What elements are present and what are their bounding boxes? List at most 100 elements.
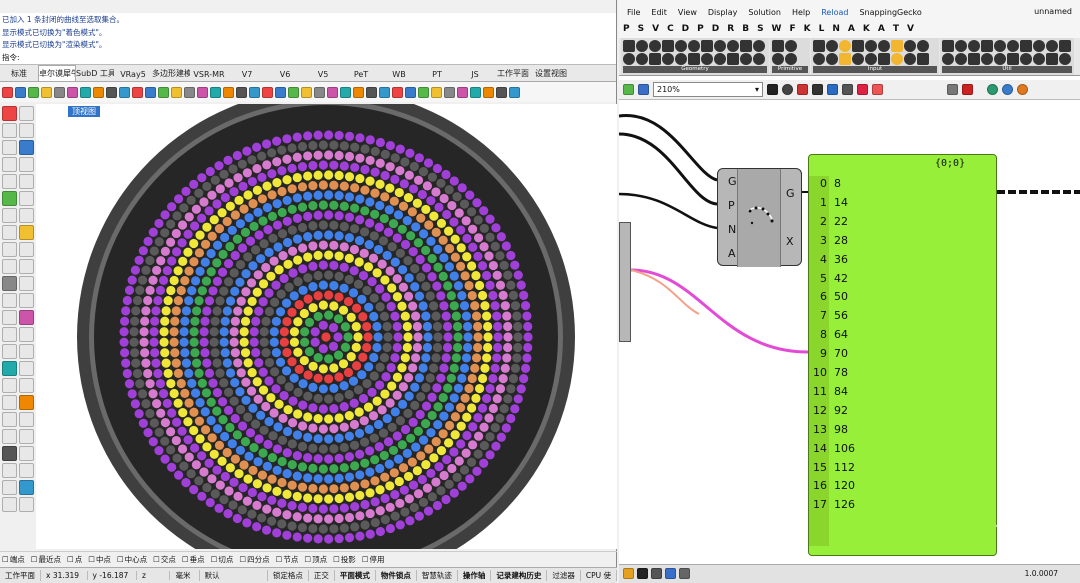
tab-setview[interactable]: 设置视图 xyxy=(532,66,570,81)
gh-tab[interactable]: N xyxy=(832,24,840,38)
component-icon[interactable] xyxy=(701,40,713,52)
toolbar-icon[interactable] xyxy=(2,86,13,98)
tool-icon[interactable] xyxy=(2,157,17,172)
component-icon[interactable] xyxy=(839,53,851,65)
gh-tab[interactable]: A xyxy=(848,24,855,38)
tool-icon[interactable] xyxy=(19,259,34,274)
input-n[interactable]: N xyxy=(728,223,736,236)
toolbar-icon[interactable] xyxy=(93,86,104,98)
status-grid-snap[interactable]: 锁定格点 xyxy=(268,570,309,581)
snap-near[interactable]: 最近点 xyxy=(31,554,61,565)
tool-icon[interactable] xyxy=(19,412,34,427)
component-icon[interactable] xyxy=(753,40,765,52)
tool-icon[interactable] xyxy=(2,378,17,393)
toolbar-icon[interactable] xyxy=(431,86,442,98)
zoom-extents-icon[interactable] xyxy=(767,84,778,95)
gh-tab[interactable]: B xyxy=(742,24,749,38)
save-file-icon[interactable] xyxy=(638,84,649,95)
status-layer[interactable]: 默认 xyxy=(200,570,268,581)
tool-icon[interactable] xyxy=(19,208,34,223)
tool-icon[interactable] xyxy=(2,395,17,410)
status-history[interactable]: 记录建构历史 xyxy=(491,570,548,581)
gh-menu-help[interactable]: Help xyxy=(792,8,810,17)
tool-icon[interactable] xyxy=(2,123,17,138)
toolbar-icon[interactable] xyxy=(301,86,312,98)
tab-wb[interactable]: WB xyxy=(380,68,418,81)
tool-icon[interactable] xyxy=(19,106,34,121)
toolbar-icon[interactable] xyxy=(327,86,338,98)
toolbar-icon[interactable] xyxy=(80,86,91,98)
tool-icon[interactable] xyxy=(2,242,17,257)
tool-icon[interactable] xyxy=(2,429,17,444)
wire-display-icon[interactable] xyxy=(842,84,853,95)
component-icon[interactable] xyxy=(917,40,929,52)
display-icon[interactable] xyxy=(812,84,823,95)
toolbar-icon[interactable] xyxy=(249,86,260,98)
snap-point[interactable]: 点 xyxy=(67,554,83,565)
gh-menu-view[interactable]: View xyxy=(678,8,697,17)
component-icon[interactable] xyxy=(1007,40,1019,52)
tool-icon[interactable] xyxy=(19,123,34,138)
tab-subd[interactable]: SubD 工具 xyxy=(76,66,114,81)
tool-icon[interactable] xyxy=(2,327,17,342)
gh-tab[interactable]: D xyxy=(712,24,719,38)
snap-disable[interactable]: 停用 xyxy=(362,554,385,565)
component-icon[interactable] xyxy=(955,53,967,65)
tool-icon[interactable] xyxy=(19,327,34,342)
tool-icon[interactable] xyxy=(2,191,17,206)
component-icon[interactable] xyxy=(1033,40,1045,52)
gh-menu-reload[interactable]: Reload xyxy=(821,8,848,17)
gh-tab[interactable]: T xyxy=(893,24,899,38)
output-g[interactable]: G xyxy=(786,187,795,200)
tool-icon[interactable] xyxy=(19,429,34,444)
toolbar-icon[interactable] xyxy=(405,86,416,98)
top-viewport[interactable]: 顶视图 xyxy=(36,104,617,549)
tool-icon[interactable] xyxy=(19,378,34,393)
toolbar-icon[interactable] xyxy=(483,86,494,98)
gh-tab[interactable]: K xyxy=(863,24,870,38)
python-icon[interactable] xyxy=(665,568,676,579)
toolbar-icon[interactable] xyxy=(197,86,208,98)
snap-project[interactable]: 投影 xyxy=(333,554,356,565)
toolbar-icon[interactable] xyxy=(28,86,39,98)
gh-tab[interactable]: V xyxy=(652,24,659,38)
component-icon[interactable] xyxy=(772,40,784,52)
gh-menu-snappinggecko[interactable]: SnappingGecko xyxy=(859,8,921,17)
gh-tab[interactable]: P xyxy=(697,24,704,38)
tool-icon[interactable] xyxy=(19,242,34,257)
gh-tab[interactable]: A xyxy=(878,24,885,38)
open-file-icon[interactable] xyxy=(623,84,634,95)
tool-icon[interactable] xyxy=(2,310,17,325)
gh-tab[interactable]: R xyxy=(727,24,734,38)
status-gumball[interactable]: 操作轴 xyxy=(458,570,492,581)
component-icon[interactable] xyxy=(878,40,890,52)
component-icon[interactable] xyxy=(968,40,980,52)
component-icon[interactable] xyxy=(826,53,838,65)
toolbar-icon[interactable] xyxy=(470,86,481,98)
tool-icon[interactable] xyxy=(2,259,17,274)
component-icon[interactable] xyxy=(942,53,954,65)
snap-perp[interactable]: 垂点 xyxy=(182,554,205,565)
toolbar-icon[interactable] xyxy=(275,86,286,98)
sketch-icon[interactable] xyxy=(623,568,634,579)
component-icon[interactable] xyxy=(636,40,648,52)
component-icon[interactable] xyxy=(968,53,980,65)
toolbar-icon[interactable] xyxy=(171,86,182,98)
component-icon[interactable] xyxy=(852,53,864,65)
component-icon[interactable] xyxy=(753,53,765,65)
tool-icon[interactable] xyxy=(2,446,17,461)
gh-tab[interactable]: V xyxy=(907,24,914,38)
tool-icon[interactable] xyxy=(2,463,17,478)
sphere-icon[interactable] xyxy=(1002,84,1013,95)
component-icon[interactable] xyxy=(623,40,635,52)
component-icon[interactable] xyxy=(904,40,916,52)
component-icon[interactable] xyxy=(785,53,797,65)
component-icon[interactable] xyxy=(675,40,687,52)
component-icon[interactable] xyxy=(865,40,877,52)
gh-menu-file[interactable]: File xyxy=(627,8,640,17)
toolbar-icon[interactable] xyxy=(288,86,299,98)
gh-component[interactable]: G P N A G X xyxy=(717,168,802,267)
bake-icon[interactable] xyxy=(962,84,973,95)
input-p[interactable]: P xyxy=(728,199,735,212)
component-icon[interactable] xyxy=(727,53,739,65)
